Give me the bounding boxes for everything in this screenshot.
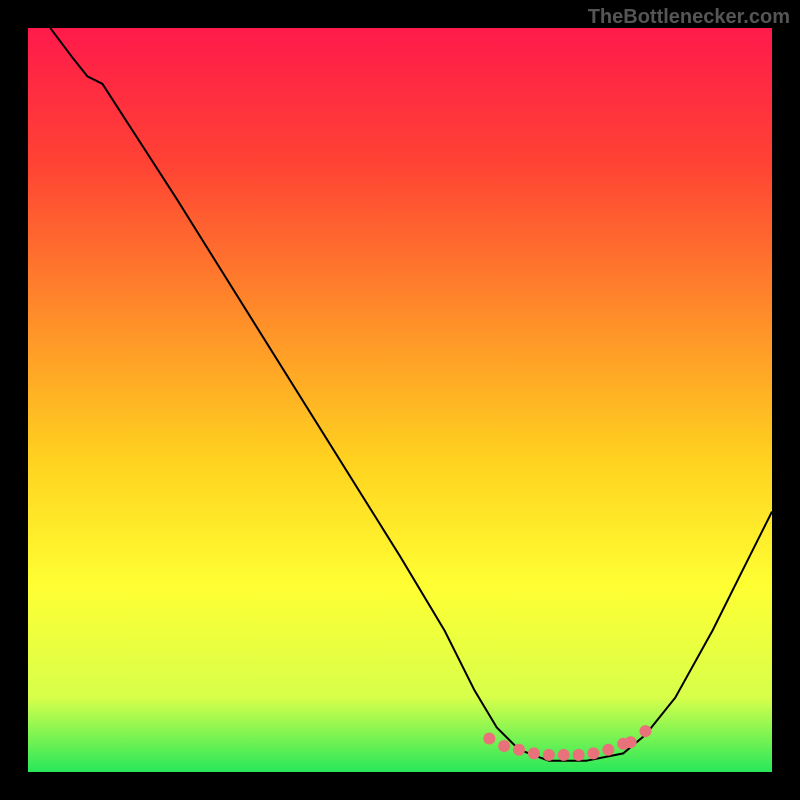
chart-background xyxy=(28,28,772,772)
chart-frame: TheBottlenecker.com xyxy=(0,0,800,800)
chart-area xyxy=(28,28,772,772)
watermark-text: TheBottlenecker.com xyxy=(588,6,790,29)
